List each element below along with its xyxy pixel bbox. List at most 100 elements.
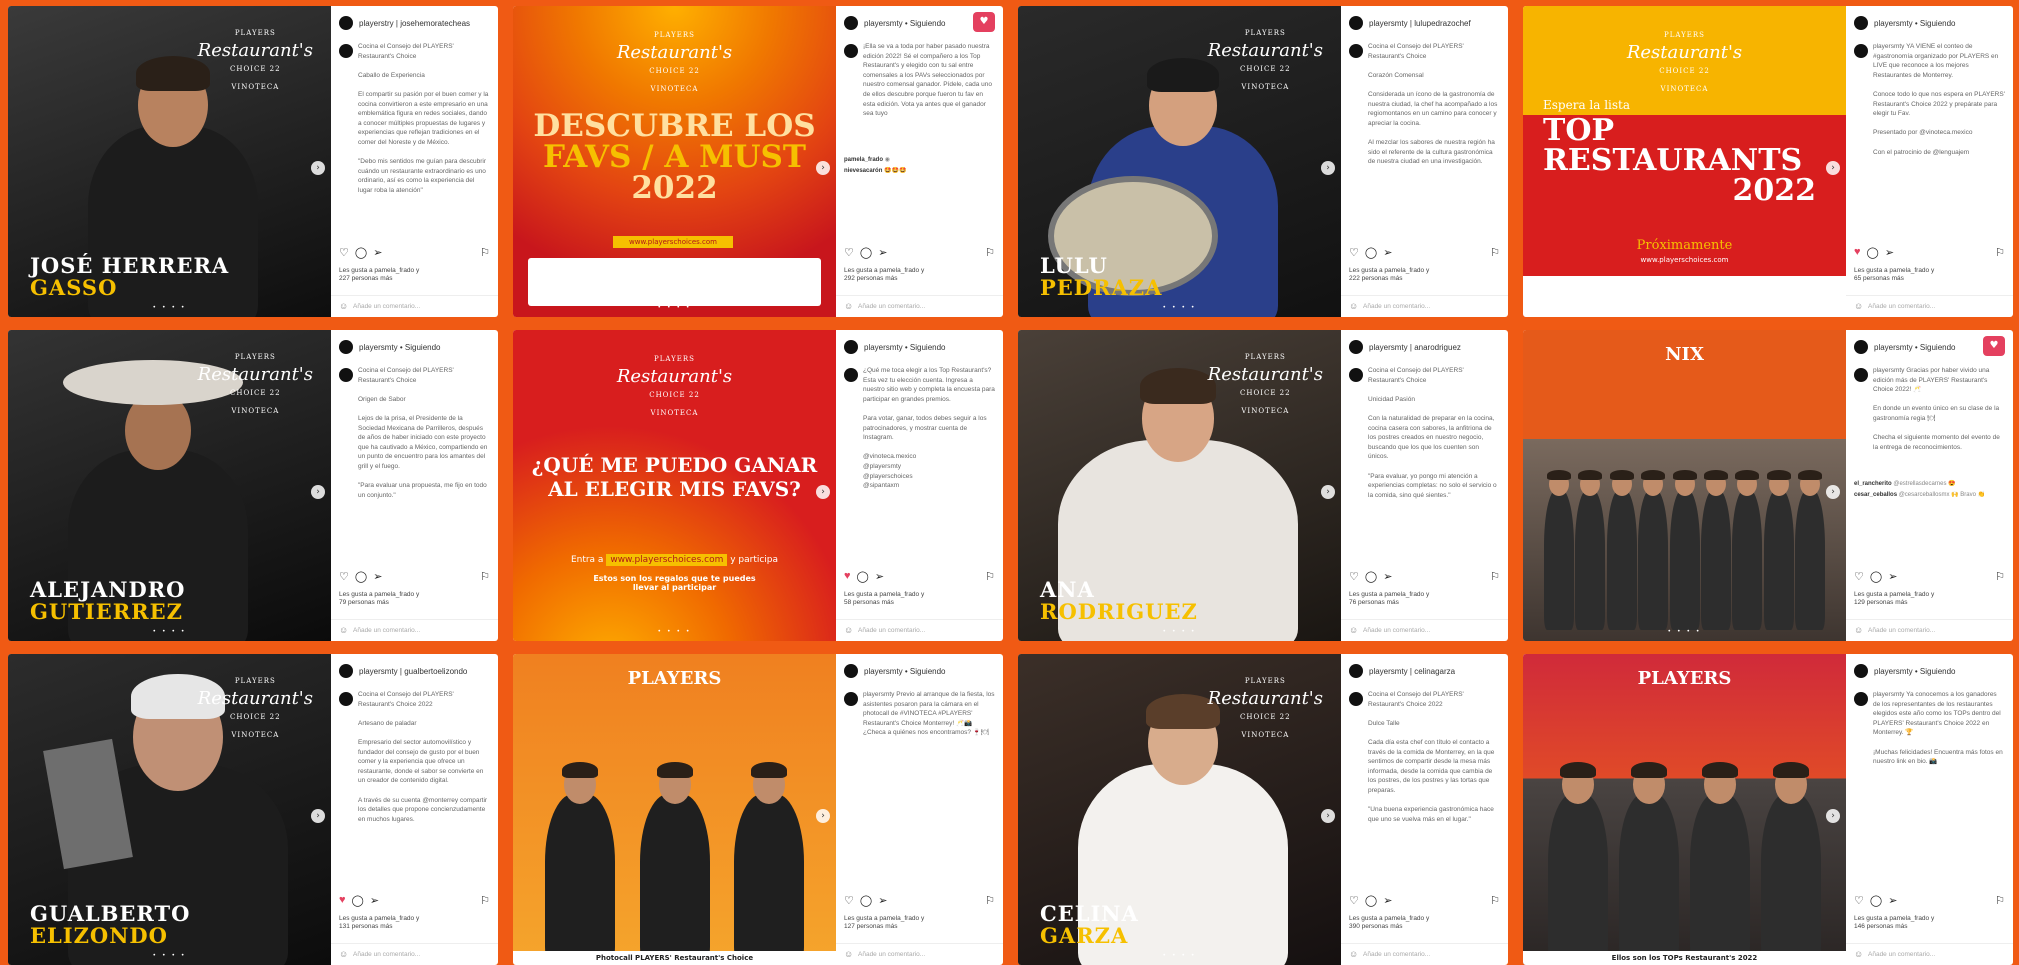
promo-url[interactable]: www.playerschoices.com	[606, 554, 728, 566]
notification-badge[interactable]: ♥	[973, 12, 995, 32]
share-icon[interactable]: ➢	[1885, 246, 1894, 259]
heart-icon[interactable]: ♥	[844, 570, 851, 583]
likes-count[interactable]: 58 personas más	[844, 599, 995, 607]
chevron-right-icon[interactable]: ›	[1321, 809, 1335, 823]
post-image[interactable]: PLAYERS Restaurant's CHOICE 22 VINOTECA GUAL…	[8, 654, 331, 965]
chevron-right-icon[interactable]: ›	[311, 809, 325, 823]
avatar[interactable]	[844, 340, 858, 354]
add-comment-input[interactable]: Añade un comentario...	[836, 619, 1003, 641]
post-handle[interactable]: playersmty | lulupedrazochef	[1369, 19, 1471, 28]
chevron-right-icon[interactable]: ›	[1321, 485, 1335, 499]
author-avatar[interactable]	[1854, 368, 1868, 382]
chevron-right-icon[interactable]: ›	[1321, 161, 1335, 175]
bookmark-icon[interactable]: ⚐	[1490, 570, 1500, 583]
promo-url[interactable]: www.playerschoices.com	[613, 236, 733, 248]
post-handle[interactable]: playersmty • Siguiendo	[1874, 667, 1956, 676]
post-handle[interactable]: playerstry | josehemoratecheas	[359, 19, 470, 28]
avatar[interactable]	[1349, 340, 1363, 354]
chevron-right-icon[interactable]: ›	[816, 809, 830, 823]
share-icon[interactable]: ➢	[878, 246, 887, 259]
comment-icon[interactable]: ◯	[860, 894, 872, 907]
likes-count[interactable]: 129 personas más	[1854, 599, 2005, 607]
add-comment-input[interactable]: Añade un comentario...	[1846, 295, 2013, 317]
author-avatar[interactable]	[339, 692, 353, 706]
promo-url[interactable]: www.playerschoices.com	[1523, 256, 1846, 264]
likes-count[interactable]: 79 personas más	[339, 599, 490, 607]
post-image[interactable]: PLAYERS Restaurant's CHOICE 22 VINOTECA LULU…	[1018, 6, 1341, 317]
likes-count[interactable]: 127 personas más	[844, 923, 995, 931]
heart-icon[interactable]: ♥	[1854, 246, 1861, 259]
heart-icon[interactable]: ♡	[1349, 246, 1359, 259]
post-image[interactable]: PLAYERS Photocall PLAYERS' Restaurant's C…	[513, 654, 836, 965]
avatar[interactable]	[339, 16, 353, 30]
chevron-right-icon[interactable]: ›	[1826, 161, 1840, 175]
post-handle[interactable]: playersmty | anarodriguez	[1369, 343, 1461, 352]
post-handle[interactable]: playersmty | celinagarza	[1369, 667, 1455, 676]
heart-icon[interactable]: ♡	[1854, 894, 1864, 907]
share-icon[interactable]: ➢	[370, 894, 379, 907]
post-image[interactable]: PLAYERS Restaurant's CHOICE 22 VINOTECA ANA R…	[1018, 330, 1341, 641]
post-image[interactable]: PLAYERS Restaurant's CHOICE 22 VINOTECA ALEJ…	[8, 330, 331, 641]
author-avatar[interactable]	[844, 44, 858, 58]
add-comment-input[interactable]: Añade un comentario...	[1846, 619, 2013, 641]
heart-icon[interactable]: ♡	[1349, 894, 1359, 907]
comment-icon[interactable]: ◯	[1365, 894, 1377, 907]
post-handle[interactable]: playersmty • Siguiendo	[864, 343, 946, 352]
likes-count[interactable]: 390 personas más	[1349, 923, 1500, 931]
comment-icon[interactable]: ◯	[1365, 246, 1377, 259]
heart-icon[interactable]: ♡	[1854, 570, 1864, 583]
chevron-right-icon[interactable]: ›	[1826, 485, 1840, 499]
likes-count[interactable]: 65 personas más	[1854, 275, 2005, 283]
author-avatar[interactable]	[1349, 692, 1363, 706]
author-avatar[interactable]	[844, 368, 858, 382]
bookmark-icon[interactable]: ⚐	[1490, 246, 1500, 259]
share-icon[interactable]: ➢	[373, 570, 382, 583]
heart-icon[interactable]: ♡	[339, 246, 349, 259]
add-comment-input[interactable]: Añade un comentario...	[1341, 619, 1508, 641]
comment-icon[interactable]: ◯	[857, 570, 869, 583]
chevron-right-icon[interactable]: ›	[1826, 809, 1840, 823]
comment-icon[interactable]: ◯	[1365, 570, 1377, 583]
heart-icon[interactable]: ♡	[844, 894, 854, 907]
likes-count[interactable]: 131 personas más	[339, 923, 490, 931]
add-comment-input[interactable]: Añade un comentario...	[331, 619, 498, 641]
author-avatar[interactable]	[1854, 692, 1868, 706]
post-image[interactable]: NIX › • • • •	[1523, 330, 1846, 641]
post-image[interactable]: PLAYERS Restaurant's CHOICE 22 VINOTECA TOP R…	[1523, 6, 1846, 317]
bookmark-icon[interactable]: ⚐	[985, 246, 995, 259]
post-handle[interactable]: playersmty • Siguiendo	[864, 667, 946, 676]
comment-icon[interactable]: ◯	[355, 246, 367, 259]
avatar[interactable]	[339, 340, 353, 354]
heart-icon[interactable]: ♡	[1349, 570, 1359, 583]
post-image[interactable]: PLAYERS Restaurant's CHOICE 22 VINOTECA ¿QUÉ…	[513, 330, 836, 641]
avatar[interactable]	[1349, 16, 1363, 30]
chevron-right-icon[interactable]: ›	[816, 485, 830, 499]
bookmark-icon[interactable]: ⚐	[985, 570, 995, 583]
comment-icon[interactable]: ◯	[352, 894, 364, 907]
bookmark-icon[interactable]: ⚐	[1995, 894, 2005, 907]
bookmark-icon[interactable]: ⚐	[1995, 246, 2005, 259]
chevron-right-icon[interactable]: ›	[311, 161, 325, 175]
avatar[interactable]	[844, 16, 858, 30]
comment-icon[interactable]: ◯	[1870, 570, 1882, 583]
post-handle[interactable]: playersmty • Siguiendo	[359, 343, 441, 352]
avatar[interactable]	[1854, 340, 1868, 354]
heart-icon[interactable]: ♡	[339, 570, 349, 583]
add-comment-input[interactable]: Añade un comentario...	[331, 943, 498, 965]
comment-user[interactable]: pamela_frado	[844, 157, 883, 163]
bookmark-icon[interactable]: ⚐	[480, 894, 490, 907]
likes-count[interactable]: 292 personas más	[844, 275, 995, 283]
author-avatar[interactable]	[1854, 44, 1868, 58]
share-icon[interactable]: ➢	[373, 246, 382, 259]
comment-icon[interactable]: ◯	[1867, 246, 1879, 259]
avatar[interactable]	[1854, 16, 1868, 30]
comment-icon[interactable]: ◯	[860, 246, 872, 259]
avatar[interactable]	[1854, 664, 1868, 678]
post-image[interactable]: PLAYERS Ellos son los TOPs Restaurant's 2…	[1523, 654, 1846, 965]
post-handle[interactable]: playersmty | gualbertoelizondo	[359, 667, 467, 676]
post-handle[interactable]: playersmty • Siguiendo	[1874, 19, 1956, 28]
share-icon[interactable]: ➢	[1383, 570, 1392, 583]
share-icon[interactable]: ➢	[878, 894, 887, 907]
add-comment-input[interactable]: Añade un comentario...	[1341, 943, 1508, 965]
share-icon[interactable]: ➢	[875, 570, 884, 583]
